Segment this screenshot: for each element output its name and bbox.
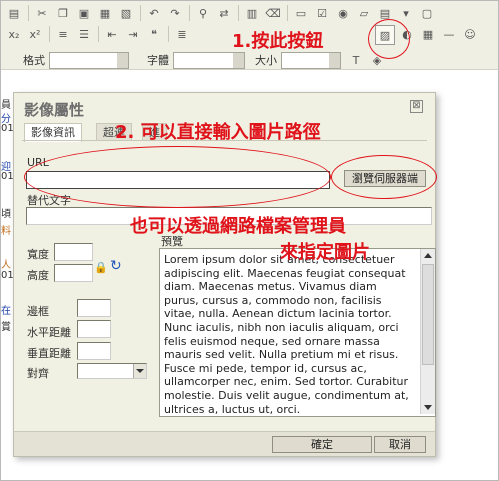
radio-icon[interactable]: ◉ [334, 4, 352, 22]
html-icon[interactable]: ▤ [5, 4, 23, 22]
cancel-button[interactable]: 取消 [374, 436, 426, 453]
size-label: 大小 [255, 54, 277, 67]
toolbar-separator [49, 26, 50, 42]
table-icon[interactable]: ▦ [419, 25, 437, 43]
hr-icon[interactable]: — [440, 25, 458, 43]
width-label: 寬度 [27, 248, 49, 261]
toolbar-separator [189, 5, 190, 21]
toolbar-separator [238, 5, 239, 21]
annotation-ellipse-url [24, 146, 331, 208]
form-icon[interactable]: ▭ [292, 4, 310, 22]
annotation-circle-image-button [368, 19, 410, 59]
annotation-step3-line1: 也可以透過網路檔案管理員 [130, 216, 346, 237]
toolbar-separator [287, 5, 288, 21]
align-select[interactable] [77, 363, 147, 379]
font-label: 字體 [147, 54, 169, 67]
align-label: 對齊 [27, 367, 49, 380]
annotation-ellipse-browse [331, 155, 437, 199]
scroll-thumb[interactable] [422, 264, 434, 365]
remove-format-icon[interactable]: ⌫ [264, 4, 282, 22]
annotation-step2: 2. 可以直接輸入圖片路徑 [115, 122, 321, 143]
format-label: 格式 [23, 54, 45, 67]
toolbar-separator [28, 5, 29, 21]
editor-text: 頃 [1, 209, 11, 220]
close-icon[interactable]: ⊠ [410, 100, 423, 113]
size-select[interactable] [281, 51, 341, 69]
width-input[interactable] [54, 243, 93, 261]
smiley-icon[interactable]: ☺ [461, 25, 479, 43]
dialog-footer: 確定 取消 [14, 431, 435, 456]
paste-word-icon[interactable]: ▧ [117, 4, 135, 22]
redo-icon[interactable]: ↷ [166, 4, 184, 22]
indent-icon[interactable]: ⇥ [124, 25, 142, 43]
toolbar-separator [98, 26, 99, 42]
lock-ratio-icon[interactable]: 🔒 [94, 261, 108, 274]
reset-size-icon[interactable]: ↻ [110, 258, 122, 274]
chevron-down-icon [133, 364, 146, 378]
checkbox-icon[interactable]: ☑ [313, 4, 331, 22]
ok-button[interactable]: 確定 [272, 436, 372, 453]
replace-icon[interactable]: ⇄ [215, 4, 233, 22]
ordered-list-icon[interactable]: ≡ [54, 25, 72, 43]
unordered-list-icon[interactable]: ☰ [75, 25, 93, 43]
toolbar-separator [140, 5, 141, 21]
vspace-input[interactable] [77, 342, 111, 360]
editor-text: 在 [1, 306, 11, 317]
editor-text: 01 [1, 171, 14, 182]
copy-icon[interactable]: ❐ [54, 4, 72, 22]
select-field-icon[interactable]: ▾ [397, 4, 415, 22]
blockquote-icon[interactable]: ❝ [145, 25, 163, 43]
hspace-label: 水平距離 [27, 326, 71, 339]
font-select[interactable] [173, 51, 245, 69]
button-field-icon[interactable]: ▢ [418, 4, 436, 22]
editor-text: 料 [1, 226, 11, 237]
superscript-icon[interactable]: x² [26, 25, 44, 43]
paste-icon[interactable]: ▣ [75, 4, 93, 22]
preview-box: Lorem ipsum dolor sit amet, consectetuer… [159, 248, 436, 417]
annotation-step1: 1.按此按鈕 [232, 31, 324, 52]
format-select[interactable] [49, 51, 129, 69]
textfield-icon[interactable]: ▱ [355, 4, 373, 22]
undo-icon[interactable]: ↶ [145, 4, 163, 22]
editor-text: 人 [1, 260, 11, 271]
dialog-title: 影像屬性 [24, 101, 85, 119]
toolbar-separator [168, 26, 169, 42]
preview-text: Lorem ipsum dolor sit amet, consectetuer… [164, 253, 409, 416]
editor-text: 員 [1, 100, 11, 111]
cut-icon[interactable]: ✂ [33, 4, 51, 22]
editor-text: 01 [1, 123, 14, 134]
preview-scrollbar[interactable] [420, 249, 435, 414]
editor-text: 賞 [1, 322, 11, 333]
border-label: 邊框 [27, 305, 49, 318]
align-left-icon[interactable]: ≣ [173, 25, 191, 43]
height-label: 高度 [27, 269, 49, 282]
hspace-input[interactable] [77, 320, 111, 338]
toolbar-row-1: ▤ ✂ ❐ ▣ ▦ ▧ ↶ ↷ ⚲ ⇄ ▥ ⌫ ▭ ☑ ◉ ▱ ▤ ▾ ▢ [5, 4, 439, 22]
toolbar-row-2: x₂ x² ≡ ☰ ⇤ ⇥ ❝ ≣ [5, 25, 194, 43]
text-color-icon[interactable]: T [347, 51, 365, 69]
outdent-icon[interactable]: ⇤ [103, 25, 121, 43]
height-input[interactable] [54, 264, 93, 282]
border-input[interactable] [77, 299, 111, 317]
find-icon[interactable]: ⚲ [194, 4, 212, 22]
select-all-icon[interactable]: ▥ [243, 4, 261, 22]
scroll-up-icon[interactable] [424, 253, 432, 258]
toolbar-row-3: 格式 字體 大小 T ◈ [5, 51, 389, 69]
editor-text: 01 [1, 270, 14, 281]
scroll-down-icon[interactable] [424, 405, 432, 410]
vspace-label: 垂直距離 [27, 347, 71, 360]
annotation-step3-line2: 來指定圖片 [280, 242, 370, 263]
subscript-icon[interactable]: x₂ [5, 25, 23, 43]
paste-text-icon[interactable]: ▦ [96, 4, 114, 22]
